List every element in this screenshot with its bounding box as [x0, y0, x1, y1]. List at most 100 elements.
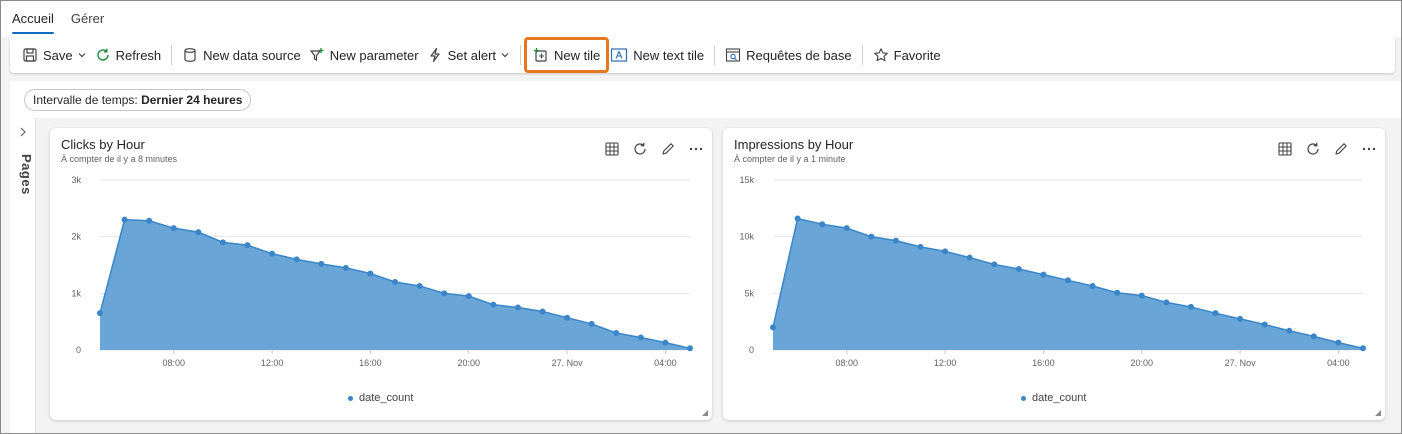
data-point	[1187, 303, 1194, 310]
star-icon	[873, 48, 888, 62]
lightning-icon	[430, 47, 440, 63]
toolbar: Save Refresh New data source New paramet…	[10, 37, 1395, 73]
data-point	[244, 242, 251, 249]
data-point	[770, 324, 776, 331]
new-tile-icon	[534, 48, 547, 62]
table-view-icon[interactable]	[1277, 141, 1293, 157]
data-point	[1310, 333, 1317, 340]
time-range-label: Intervalle de temps:	[33, 93, 142, 107]
data-point	[1114, 289, 1121, 296]
chevron-down-icon	[501, 53, 509, 58]
new-tile-button[interactable]: New tile	[524, 37, 610, 73]
tile-actions	[1277, 141, 1377, 157]
favorite-label: Favorite	[893, 47, 941, 63]
set-alert-button[interactable]: Set alert	[423, 41, 514, 69]
pages-rail: Pages	[10, 118, 36, 433]
new-parameter-button[interactable]: New parameter	[305, 41, 423, 69]
x-tick-label: 20:00	[457, 358, 480, 368]
y-tick-label: 0	[76, 345, 81, 355]
x-tick-label: 16:00	[1032, 358, 1055, 368]
edit-icon[interactable]	[660, 141, 676, 157]
data-point	[613, 330, 620, 336]
x-tick-label: 12:00	[934, 358, 957, 368]
data-point	[1089, 282, 1096, 289]
x-tick-label: 20:00	[1130, 358, 1153, 368]
tile-subtitle: À compter de il y a 1 minute	[734, 154, 846, 164]
data-point	[539, 308, 546, 315]
x-tick-label: 12:00	[261, 358, 284, 368]
chevron-down-icon	[78, 53, 86, 58]
x-tick-label: 08:00	[162, 358, 185, 368]
chart-legend[interactable]: date_count	[348, 392, 413, 404]
data-point	[97, 310, 103, 317]
data-point	[564, 314, 571, 321]
refresh-button[interactable]: Refresh	[91, 41, 166, 69]
data-point	[342, 264, 349, 271]
y-tick-label: 2k	[71, 232, 81, 242]
data-point	[843, 225, 850, 232]
y-tick-label: 0	[749, 345, 754, 355]
requetes-de-base-button[interactable]: Requêtes de base	[721, 41, 856, 69]
area-chart: 0 1k 2k 3k 08:00 12:00 16:00 20:00 27. Nov 04:00	[71, 175, 693, 368]
data-point	[1015, 265, 1022, 272]
set-alert-label: Set alert	[447, 47, 497, 63]
y-tick-label: 1k	[71, 288, 81, 298]
new-data-source-label: New data source	[203, 47, 301, 63]
table-view-icon[interactable]	[604, 141, 620, 157]
time-range-parameter[interactable]: Intervalle de temps: Dernier 24 heures	[24, 89, 252, 111]
data-point	[416, 282, 423, 289]
data-point	[637, 334, 644, 341]
more-options-icon[interactable]	[1361, 141, 1377, 157]
tile-clicks-by-hour[interactable]: Clicks by Hour À compter de il y a 8 min…	[50, 128, 712, 420]
data-point	[121, 216, 128, 223]
data-point	[588, 320, 595, 327]
more-options-icon[interactable]	[688, 141, 704, 157]
tile-title: Clicks by Hour	[61, 137, 145, 152]
refresh-icon[interactable]	[1305, 141, 1321, 157]
resize-handle-icon[interactable]	[702, 410, 708, 416]
filter-add-icon	[309, 48, 324, 61]
tab-accueil[interactable]: Accueil	[12, 1, 54, 37]
tile-impressions-by-hour[interactable]: Impressions by Hour À compter de il y a …	[723, 128, 1385, 420]
toolbar-divider	[520, 45, 522, 65]
toolbar-divider	[171, 45, 173, 65]
chevron-right-icon[interactable]	[18, 126, 28, 138]
x-tick-label: 27. Nov	[1225, 358, 1257, 368]
favorite-button[interactable]: Favorite	[869, 41, 945, 69]
query-icon	[726, 48, 741, 62]
data-point	[1163, 299, 1170, 306]
data-point	[1261, 321, 1268, 328]
new-data-source-button[interactable]: New data source	[178, 41, 305, 69]
refresh-icon[interactable]	[632, 141, 648, 157]
data-point	[146, 217, 153, 224]
data-point	[917, 243, 924, 250]
data-point	[514, 304, 521, 311]
data-point	[441, 290, 448, 297]
legend-label: date_count	[359, 392, 414, 404]
data-point	[1360, 345, 1366, 352]
toolbar-divider	[861, 45, 863, 65]
y-tick-label: 10k	[739, 232, 754, 242]
data-point	[293, 256, 300, 263]
edit-icon[interactable]	[1333, 141, 1349, 157]
chart-legend[interactable]: date_count	[1021, 392, 1086, 404]
tile-actions	[604, 141, 704, 157]
data-point	[1040, 271, 1047, 278]
save-icon	[23, 48, 37, 62]
pages-label[interactable]: Pages	[12, 154, 34, 195]
resize-handle-icon[interactable]	[1375, 410, 1381, 416]
data-point	[490, 301, 497, 308]
new-parameter-label: New parameter	[329, 47, 419, 63]
data-point	[966, 254, 973, 261]
save-button[interactable]: Save	[18, 41, 91, 69]
x-tick-label: 27. Nov	[552, 358, 584, 368]
save-label: Save	[43, 47, 73, 63]
data-point	[687, 345, 693, 352]
refresh-icon	[96, 48, 109, 61]
time-range-value: Dernier 24 heures	[141, 93, 243, 107]
data-point	[991, 261, 998, 268]
tab-gerer[interactable]: Gérer	[71, 1, 104, 37]
data-point	[219, 239, 226, 246]
new-text-tile-button[interactable]: New text tile	[606, 41, 708, 69]
legend-marker	[348, 395, 353, 401]
